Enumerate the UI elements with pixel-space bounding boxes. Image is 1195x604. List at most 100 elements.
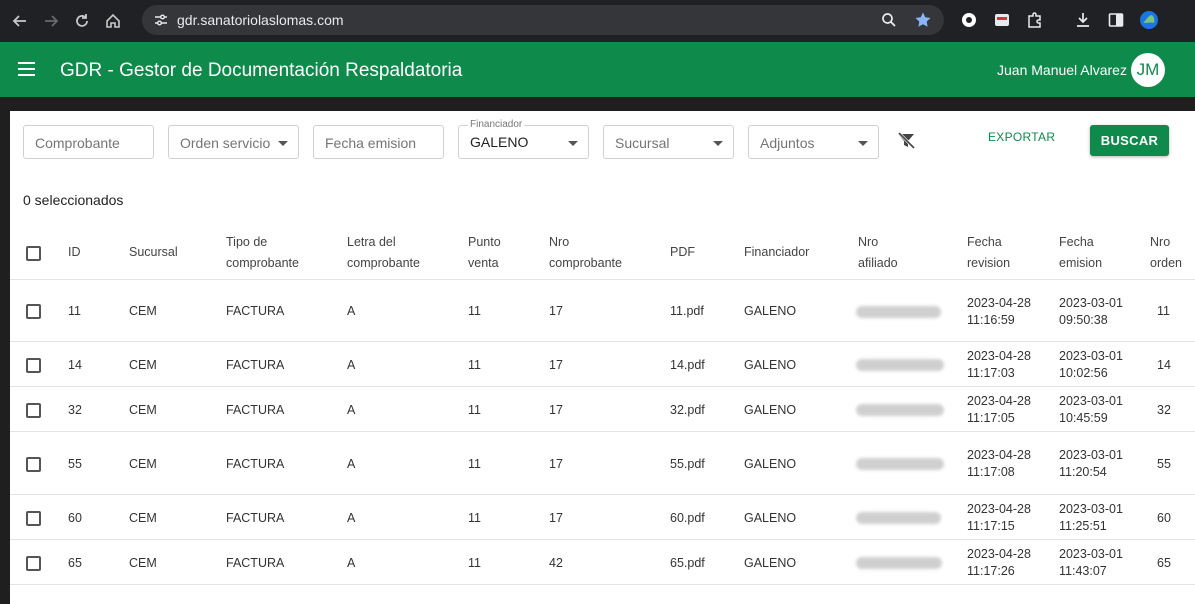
- chevron-down-icon: [278, 141, 288, 146]
- extensions-puzzle-icon[interactable]: [1024, 9, 1046, 31]
- orden-servicio-placeholder: Orden servicio: [180, 135, 271, 151]
- cell-letra: A: [347, 456, 356, 471]
- column-header-line: Fecha: [967, 235, 1002, 249]
- row-divider: [10, 386, 1195, 387]
- column-header-sucursal[interactable]: Sucursal: [129, 242, 178, 263]
- cell-nro-orden: 60: [1157, 510, 1171, 525]
- column-header-nro-comprobante[interactable]: Nro comprobante: [549, 232, 622, 274]
- column-header-line: comprobante: [347, 256, 420, 270]
- back-icon[interactable]: [9, 10, 31, 32]
- app-title: GDR - Gestor de Documentación Respaldato…: [60, 60, 463, 81]
- cell-pdf-link[interactable]: 65.pdf: [670, 555, 705, 572]
- cell-fecha-revision: 2023-04-28 11:16:59: [967, 295, 1031, 329]
- cell-time: 10:45:59: [1059, 411, 1108, 425]
- forward-icon[interactable]: [40, 10, 62, 32]
- adjuntos-select[interactable]: Adjuntos: [748, 125, 879, 159]
- cell-pdf-link[interactable]: 32.pdf: [670, 402, 705, 419]
- fecha-emision-input[interactable]: Fecha emision: [313, 125, 444, 159]
- cell-time: 11:16:59: [967, 312, 1015, 327]
- column-header-letra[interactable]: Letra del comprobante: [347, 232, 420, 274]
- search-button[interactable]: BUSCAR: [1090, 125, 1169, 156]
- cell-nro-orden: 32: [1157, 402, 1171, 417]
- site-settings-icon[interactable]: [150, 9, 172, 31]
- cell-nro-comprobante: 17: [549, 456, 563, 471]
- cell-time: 10:02:56: [1059, 366, 1108, 380]
- comprobante-input[interactable]: Comprobante: [23, 125, 154, 159]
- cell-financiador: GALENO: [744, 402, 797, 417]
- financiador-label: Financiador: [468, 119, 525, 130]
- cell-pdf-link[interactable]: 60.pdf: [670, 510, 705, 527]
- chevron-down-icon: [713, 141, 723, 146]
- cell-id: 65: [68, 555, 82, 570]
- row-checkbox[interactable]: [26, 510, 41, 526]
- column-header-pdf[interactable]: PDF: [670, 242, 695, 263]
- column-header-tipo-comprobante[interactable]: Tipo de comprobante: [226, 232, 299, 274]
- column-header-punto-venta[interactable]: Punto venta: [468, 232, 501, 274]
- address-bar[interactable]: gdr.sanatoriolaslomas.com: [142, 5, 944, 35]
- cell-date: 2023-03-01: [1059, 349, 1123, 363]
- cell-date: 2023-03-01: [1059, 547, 1123, 561]
- column-header-fecha-emision[interactable]: Fecha emision: [1059, 232, 1102, 274]
- hamburger-menu-icon[interactable]: [18, 62, 35, 76]
- extension-icon[interactable]: [958, 9, 980, 31]
- cell-punto-venta: 11: [468, 357, 481, 372]
- adjuntos-placeholder: Adjuntos: [760, 135, 815, 151]
- row-checkbox[interactable]: [26, 357, 41, 373]
- row-divider: [10, 494, 1195, 495]
- column-header-line: Fecha: [1059, 235, 1094, 249]
- url-text[interactable]: gdr.sanatoriolaslomas.com: [177, 12, 344, 28]
- clear-filter-icon[interactable]: [896, 131, 916, 151]
- cell-fecha-emision: 2023-03-01 11:25:51: [1059, 501, 1123, 535]
- cell-sucursal: CEM: [129, 555, 157, 570]
- redacted-afiliado: [856, 305, 941, 318]
- cell-fecha-emision: 2023-03-01 11:20:54: [1059, 447, 1123, 481]
- reload-icon[interactable]: [71, 10, 93, 32]
- download-icon[interactable]: [1072, 9, 1094, 31]
- zoom-icon[interactable]: [878, 9, 900, 31]
- cell-date: 2023-03-01: [1059, 295, 1123, 310]
- sucursal-select[interactable]: Sucursal: [603, 125, 734, 159]
- cell-pdf-link[interactable]: 55.pdf: [670, 456, 705, 473]
- cell-fecha-revision: 2023-04-28 11:17:03: [967, 348, 1031, 382]
- cell-sucursal: CEM: [129, 357, 157, 372]
- row-divider: [10, 539, 1195, 540]
- column-header-fecha-revision[interactable]: Fecha revision: [967, 232, 1010, 274]
- redacted-afiliado: [856, 458, 944, 470]
- bookmark-star-icon[interactable]: [912, 9, 934, 31]
- cell-fecha-emision: 2023-03-01 10:02:56: [1059, 348, 1123, 382]
- financiador-select[interactable]: Financiador GALENO: [458, 119, 589, 159]
- chevron-down-icon: [858, 141, 868, 146]
- row-divider: [10, 341, 1195, 342]
- cell-fecha-revision: 2023-04-28 11:17:15: [967, 501, 1031, 535]
- home-icon[interactable]: [102, 10, 124, 32]
- column-header-financiador[interactable]: Financiador: [744, 242, 809, 263]
- column-header-id[interactable]: ID: [68, 242, 81, 263]
- select-all-checkbox[interactable]: [26, 246, 41, 261]
- row-checkbox[interactable]: [26, 402, 41, 418]
- cell-pdf-link[interactable]: 11.pdf: [670, 303, 704, 320]
- cell-tipo-comprobante: FACTURA: [226, 357, 285, 372]
- cell-financiador: GALENO: [744, 357, 797, 372]
- cell-date: 2023-03-01: [1059, 448, 1123, 462]
- row-checkbox[interactable]: [26, 456, 41, 472]
- cell-time: 11:17:26: [967, 564, 1015, 578]
- avatar[interactable]: JM: [1131, 53, 1165, 87]
- cell-punto-venta: 11: [468, 456, 481, 471]
- cell-time: 11:17:05: [967, 411, 1015, 425]
- cell-sucursal: CEM: [129, 402, 157, 417]
- column-header-line: Tipo de: [226, 235, 268, 249]
- row-checkbox[interactable]: [26, 555, 41, 571]
- profile-icon[interactable]: [1138, 9, 1160, 31]
- export-button[interactable]: EXPORTAR: [988, 130, 1055, 144]
- orden-servicio-select[interactable]: Orden servicio: [168, 125, 299, 159]
- extension-icon[interactable]: [991, 9, 1013, 31]
- column-header-line: comprobante: [226, 256, 299, 270]
- column-header-nro-afiliado[interactable]: Nro afiliado: [858, 232, 898, 274]
- cell-fecha-emision: 2023-03-01 11:43:07: [1059, 546, 1123, 580]
- column-header-nro-orden[interactable]: Nro orden: [1150, 232, 1195, 274]
- row-checkbox[interactable]: [26, 304, 41, 319]
- cell-pdf-link[interactable]: 14.pdf: [670, 357, 705, 374]
- side-panel-icon[interactable]: [1105, 9, 1127, 31]
- cell-letra: A: [347, 357, 356, 372]
- cell-date: 2023-03-01: [1059, 394, 1123, 408]
